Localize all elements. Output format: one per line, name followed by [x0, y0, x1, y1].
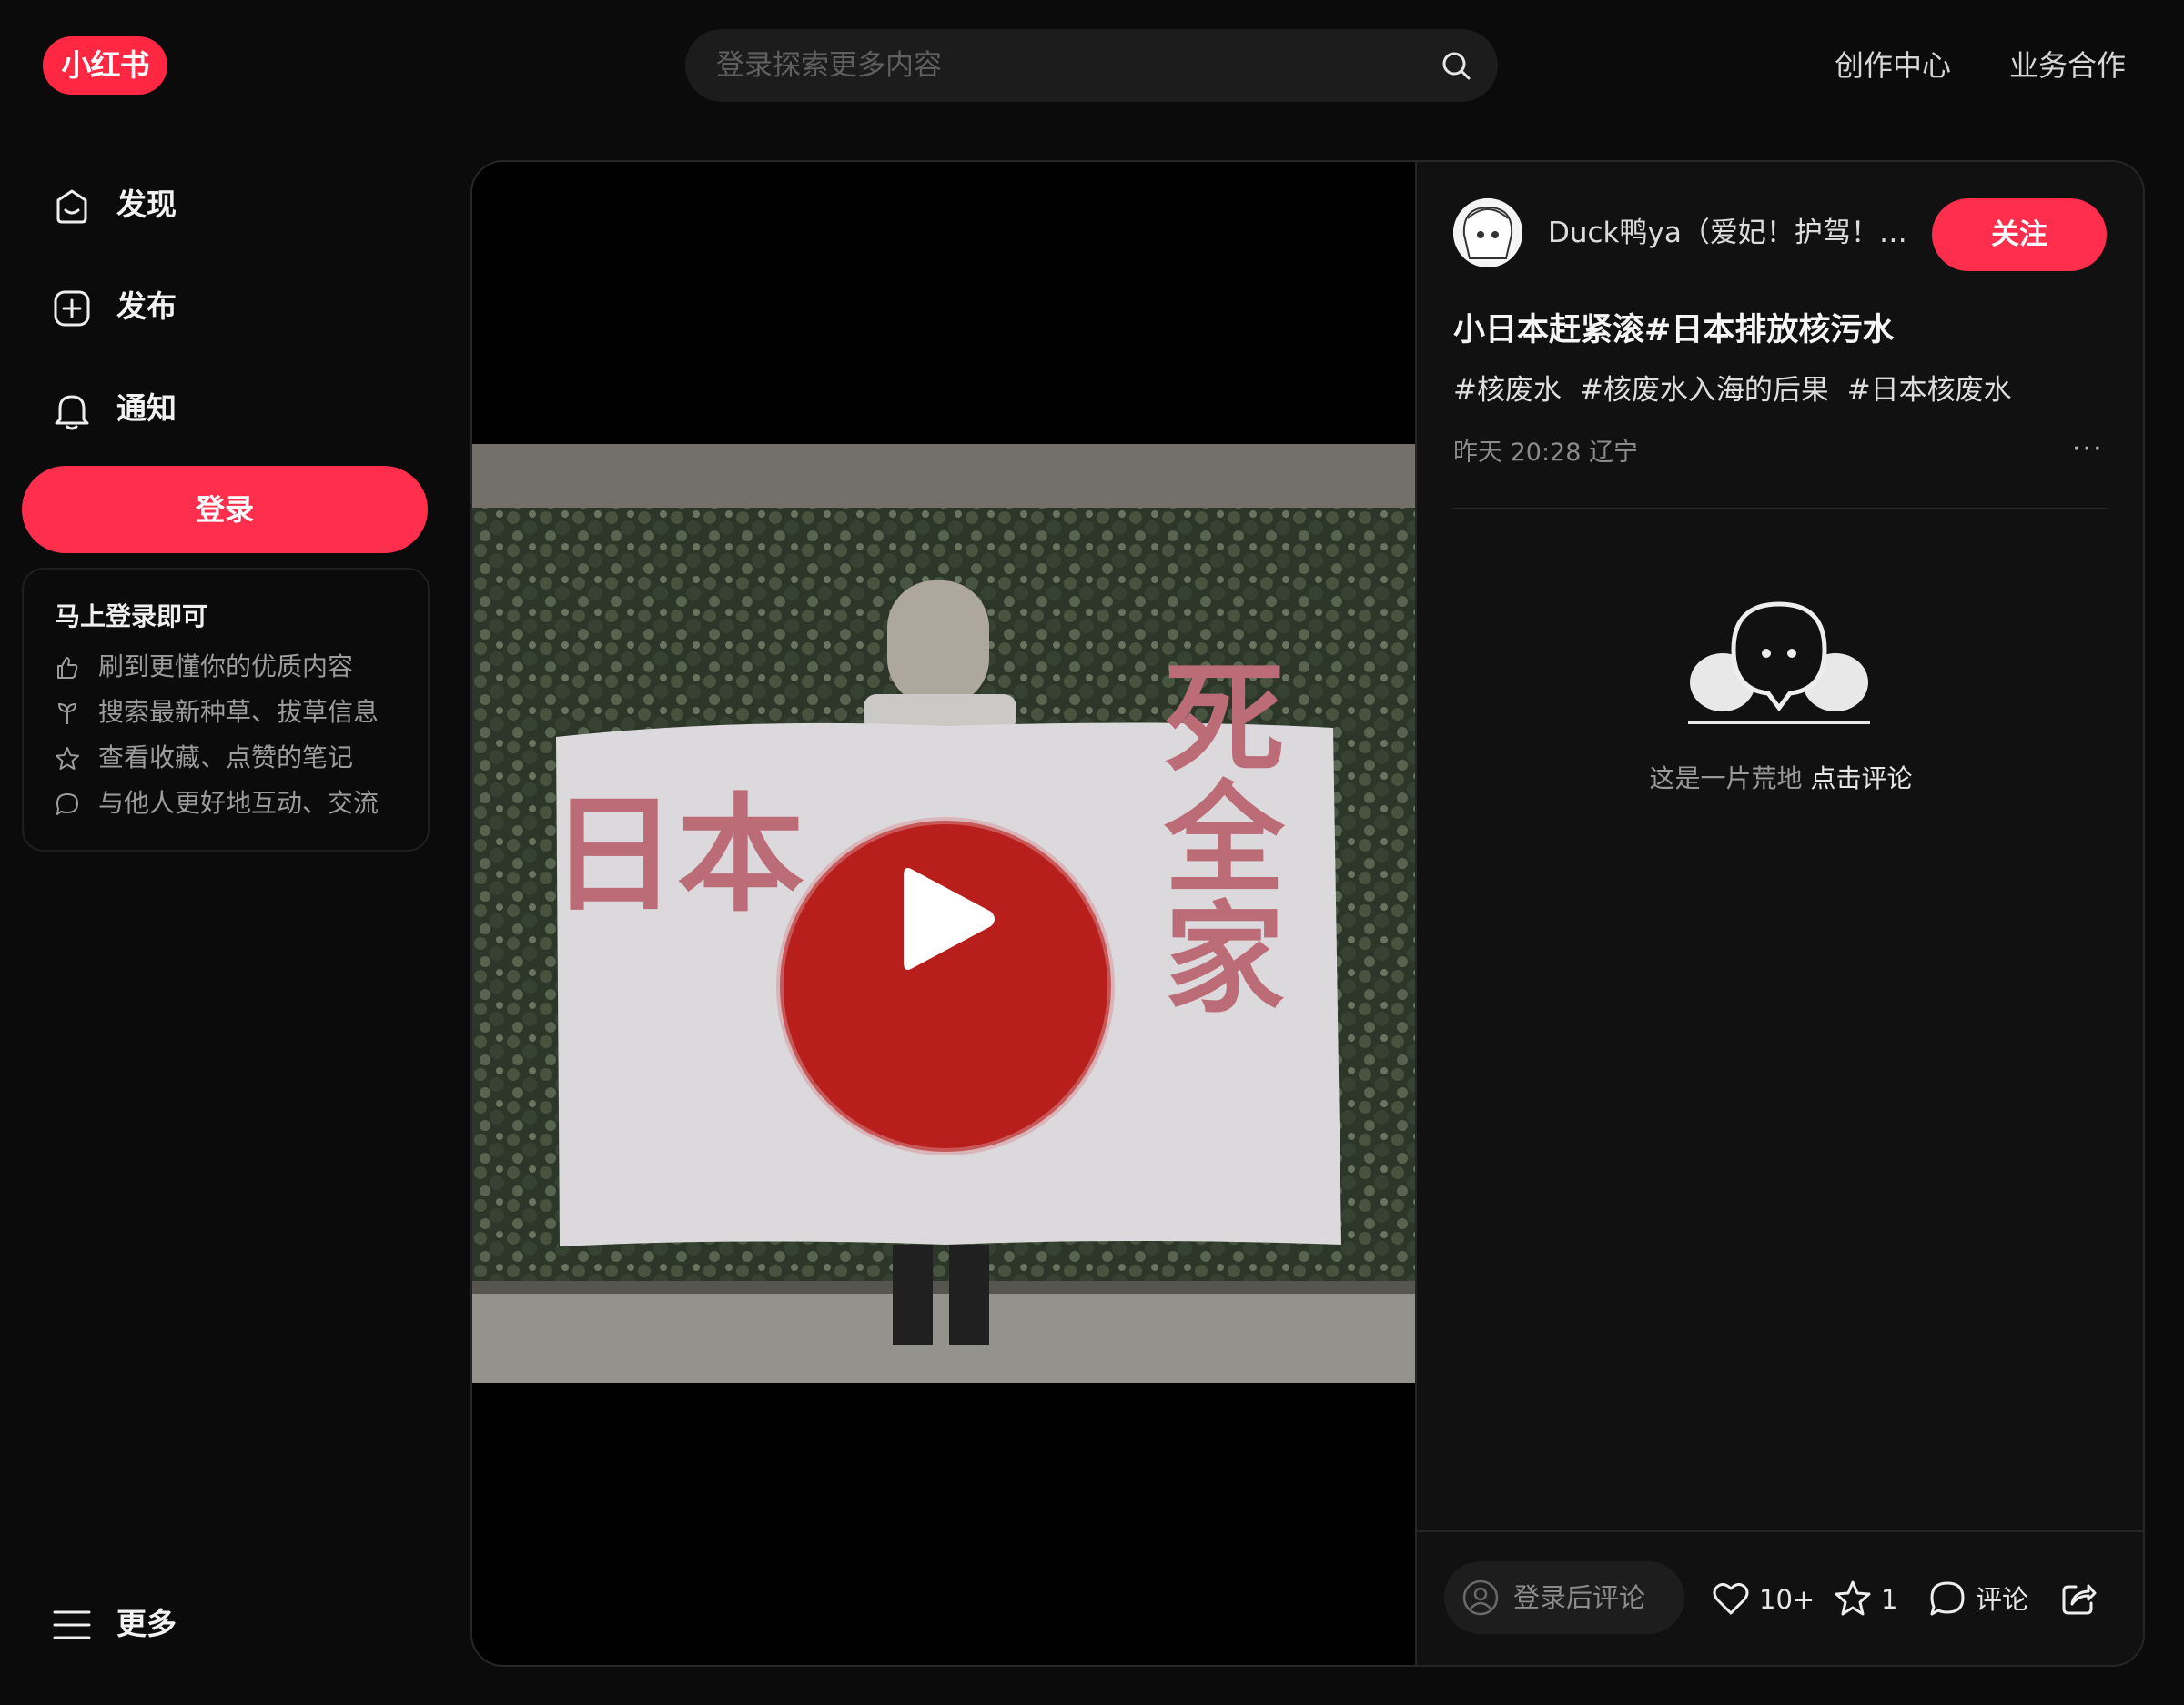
heart-icon: [1713, 1582, 1749, 1615]
empty-comments-illustration: [1688, 601, 1870, 724]
note-meta: 昨天 20:28 辽宁: [1453, 439, 1638, 467]
star-icon: [1835, 1580, 1871, 1616]
search-input[interactable]: 登录探索更多内容: [716, 29, 942, 102]
hashtag-link[interactable]: #核废水入海的后果: [1580, 374, 1829, 407]
xiaohongshu-logo[interactable]: 小红书: [43, 36, 167, 95]
plus-square-icon: [54, 290, 90, 327]
play-icon[interactable]: [900, 863, 998, 975]
sidebar-item-discover[interactable]: 发现: [51, 173, 415, 237]
bell-icon: [55, 395, 89, 430]
share-button[interactable]: [2059, 1579, 2099, 1619]
promo-item: 查看收藏、点赞的笔记: [55, 735, 419, 781]
divider: [1453, 508, 2107, 509]
promo-text: 查看收藏、点赞的笔记: [98, 742, 354, 772]
empty-comments-text: 这是一片荒地 点击评论: [1417, 759, 2143, 799]
comment-input[interactable]: 登录后评论: [1444, 1561, 1684, 1634]
hamburger-menu-icon: [53, 1610, 91, 1639]
star-icon: [56, 747, 79, 770]
promo-item: 刷到更懂你的优质内容: [55, 644, 419, 690]
like-button[interactable]: 10+: [1712, 1579, 1815, 1619]
video-player[interactable]: 日本 死全家: [472, 162, 1415, 1665]
anime-avatar-icon: [1453, 198, 1522, 267]
login-button[interactable]: 登录: [22, 466, 428, 553]
search-icon[interactable]: [1440, 49, 1472, 82]
author-name[interactable]: Duck鸭ya（爱妃！护驾！！！）: [1548, 198, 1930, 267]
promo-text: 刷到更懂你的优质内容: [98, 651, 354, 681]
collect-button[interactable]: 1: [1834, 1579, 1906, 1619]
share-icon: [2062, 1584, 2097, 1615]
chat-bubble-icon: [56, 793, 78, 815]
home-icon: [56, 189, 87, 224]
sidebar-item-notifications[interactable]: 通知: [51, 377, 415, 440]
login-promo-card: 马上登录即可 刷到更懂你的优质内容 搜索最新种草、拔草信息 查看收藏、点赞的笔记…: [22, 568, 430, 852]
more-menu-button[interactable]: 更多: [51, 1592, 324, 1656]
sidebar-item-label: 发现: [116, 187, 177, 222]
more-label: 更多: [116, 1606, 177, 1641]
author-avatar[interactable]: [1453, 198, 1522, 267]
empty-comments-label: 这是一片荒地: [1649, 763, 1811, 793]
business-cooperation-link[interactable]: 业务合作: [2009, 42, 2126, 89]
sprout-icon: [57, 702, 77, 724]
comment-label: 评论: [1976, 1584, 2029, 1615]
follow-button[interactable]: 关注: [1932, 198, 2107, 271]
comment-placeholder: 登录后评论: [1513, 1582, 1646, 1613]
click-to-comment-link[interactable]: 点击评论: [1810, 763, 1912, 793]
collect-count: 1: [1881, 1584, 1898, 1615]
more-options-button[interactable]: ···: [2072, 431, 2104, 468]
user-icon: [1462, 1579, 1499, 1616]
promo-text: 搜索最新种草、拔草信息: [98, 697, 379, 727]
comment-button[interactable]: 评论: [1928, 1579, 2037, 1619]
search-bar[interactable]: 登录探索更多内容: [685, 29, 1498, 102]
like-count: 10+: [1759, 1584, 1815, 1615]
hashtag-link[interactable]: #核废水: [1453, 374, 1562, 407]
note-tags: #核废水 #核废水入海的后果 #日本核废水: [1453, 369, 2021, 411]
thumbs-up-icon: [57, 657, 78, 679]
chat-bubble-icon: [1930, 1581, 1965, 1616]
promo-item: 与他人更好地互动、交流: [55, 781, 419, 826]
note-detail-card: 日本 死全家 Duck鸭ya（爱妃！护驾！！！） 关注 小日本赶紧滚#日本排放核…: [470, 160, 2145, 1667]
sidebar-item-label: 通知: [116, 390, 177, 426]
top-header: 小红书 登录探索更多内容 创作中心 业务合作: [0, 0, 2184, 132]
sidebar-item-publish[interactable]: 发布: [51, 275, 415, 338]
note-info-panel: Duck鸭ya（爱妃！护驾！！！） 关注 小日本赶紧滚#日本排放核污水 #核废水…: [1415, 162, 2143, 1665]
hashtag-link[interactable]: #日本核废水: [1847, 374, 2012, 407]
promo-title: 马上登录即可: [55, 601, 208, 631]
promo-item: 搜索最新种草、拔草信息: [55, 690, 419, 735]
note-title: 小日本赶紧滚#日本排放核污水: [1453, 312, 1895, 348]
interaction-bar: 登录后评论 10+ 1 评论: [1417, 1530, 2143, 1665]
promo-text: 与他人更好地互动、交流: [98, 788, 379, 818]
creator-center-link[interactable]: 创作中心: [1835, 42, 1951, 89]
sidebar-item-label: 发布: [116, 288, 177, 324]
